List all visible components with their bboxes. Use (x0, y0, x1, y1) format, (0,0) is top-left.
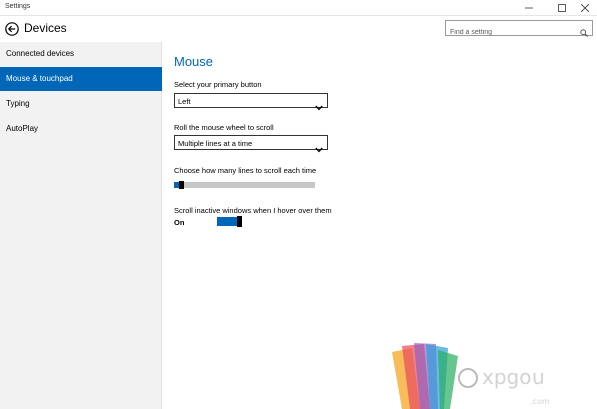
minimize-icon (525, 7, 533, 9)
primary-button-dropdown[interactable]: Left (174, 93, 328, 111)
chevron-down-icon (315, 98, 323, 111)
primary-button-label: Select your primary button (174, 80, 262, 89)
inactive-scroll-label: Scroll inactive windows when I hover ove… (174, 206, 332, 215)
watermark-logo: xpgo u .com (380, 340, 595, 409)
close-icon (581, 4, 589, 12)
section-title: Mouse (174, 54, 214, 69)
svg-text:u: u (532, 365, 545, 389)
search-input[interactable] (450, 25, 580, 40)
scroll-wheel-label: Roll the mouse wheel to scroll (174, 123, 274, 132)
scroll-wheel-value: Multiple lines at a time (178, 139, 253, 148)
title-bar: Settings (0, 0, 597, 16)
sidebar-item-mouse-touchpad[interactable]: Mouse & touchpad (0, 67, 162, 91)
search-box[interactable] (445, 20, 593, 40)
scroll-wheel-dropdown[interactable]: Multiple lines at a time (174, 135, 328, 153)
primary-button-value: Left (178, 97, 191, 106)
svg-text:.com: .com (530, 397, 550, 406)
search-icon[interactable] (580, 24, 588, 37)
svg-text:xpgo: xpgo (482, 365, 531, 389)
sidebar-item-typing[interactable]: Typing (0, 92, 162, 116)
close-button[interactable] (574, 0, 596, 16)
back-arrow-icon (5, 22, 19, 36)
window-title: Settings (5, 3, 31, 10)
inactive-scroll-toggle[interactable] (217, 216, 242, 227)
header: Devices (0, 16, 597, 42)
scroll-lines-label: Choose how many lines to scroll each tim… (174, 166, 317, 175)
maximize-button[interactable] (551, 0, 573, 16)
sidebar-item-autoplay[interactable]: AutoPlay (0, 117, 162, 141)
minimize-button[interactable] (518, 0, 540, 16)
toggle-state-text: On (174, 218, 185, 227)
page-title: Devices (24, 21, 67, 35)
slider-thumb[interactable] (179, 181, 184, 189)
sidebar-item-connected-devices[interactable]: Connected devices (0, 42, 162, 66)
chevron-down-icon (315, 140, 323, 153)
toggle-knob (237, 216, 242, 227)
back-button[interactable] (5, 22, 19, 36)
sidebar: Connected devices Mouse & touchpad Typin… (0, 42, 162, 409)
scroll-lines-slider[interactable] (174, 181, 315, 189)
maximize-icon (558, 4, 566, 12)
